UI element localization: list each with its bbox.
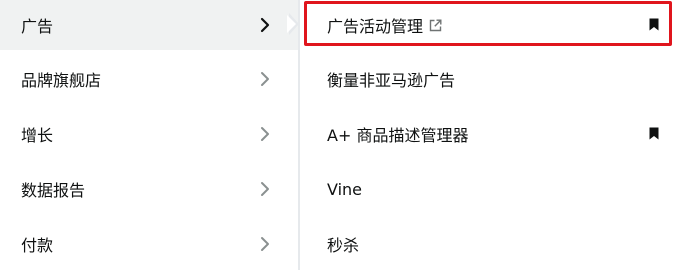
chevron-right-icon — [261, 182, 269, 196]
submenu-item-label: 广告活动管理 — [327, 17, 424, 36]
submenu-item-label: 秒杀 — [327, 236, 360, 255]
menu-item-brand-store[interactable]: 品牌旗舰店 — [0, 54, 298, 104]
submenu-item-deals[interactable]: 秒杀 — [300, 219, 674, 269]
submenu-item-a-plus-content-manager[interactable]: A+ 商品描述管理器 — [300, 109, 674, 159]
submenu-pointer — [287, 13, 299, 35]
external-link-icon — [429, 19, 442, 31]
bookmark-icon[interactable] — [649, 18, 659, 31]
submenu-item-label: 衡量非亚马逊广告 — [327, 71, 456, 90]
bookmark-icon[interactable] — [649, 127, 659, 140]
menu-item-label: 数据报告 — [21, 181, 86, 200]
navigation-flyout: 广告 品牌旗舰店 增长 数据报告 付款 广告活动管理 衡量非亚马逊广告 A+ 商… — [0, 0, 674, 270]
submenu-item-campaign-manager[interactable]: 广告活动管理 — [300, 0, 674, 50]
chevron-right-icon — [261, 72, 269, 86]
left-menu: 广告 品牌旗舰店 增长 数据报告 付款 — [0, 0, 298, 270]
submenu-item-vine[interactable]: Vine — [300, 164, 674, 214]
menu-item-ads[interactable]: 广告 — [0, 0, 298, 50]
chevron-right-icon — [260, 17, 270, 33]
menu-item-payments[interactable]: 付款 — [0, 219, 298, 269]
menu-item-growth[interactable]: 增长 — [0, 109, 298, 159]
submenu: 广告活动管理 衡量非亚马逊广告 A+ 商品描述管理器 Vine 秒杀 — [300, 0, 674, 270]
submenu-item-measure-non-amazon-ads[interactable]: 衡量非亚马逊广告 — [300, 54, 674, 104]
menu-item-label: 付款 — [21, 236, 54, 255]
submenu-item-label: Vine — [327, 179, 363, 199]
menu-item-reports[interactable]: 数据报告 — [0, 164, 298, 214]
menu-item-label: 增长 — [21, 126, 54, 145]
submenu-item-label: A+ 商品描述管理器 — [327, 126, 469, 145]
menu-item-label: 广告 — [21, 17, 54, 36]
chevron-right-icon — [261, 237, 269, 251]
menu-item-label: 品牌旗舰店 — [21, 71, 102, 90]
chevron-right-icon — [261, 127, 269, 141]
